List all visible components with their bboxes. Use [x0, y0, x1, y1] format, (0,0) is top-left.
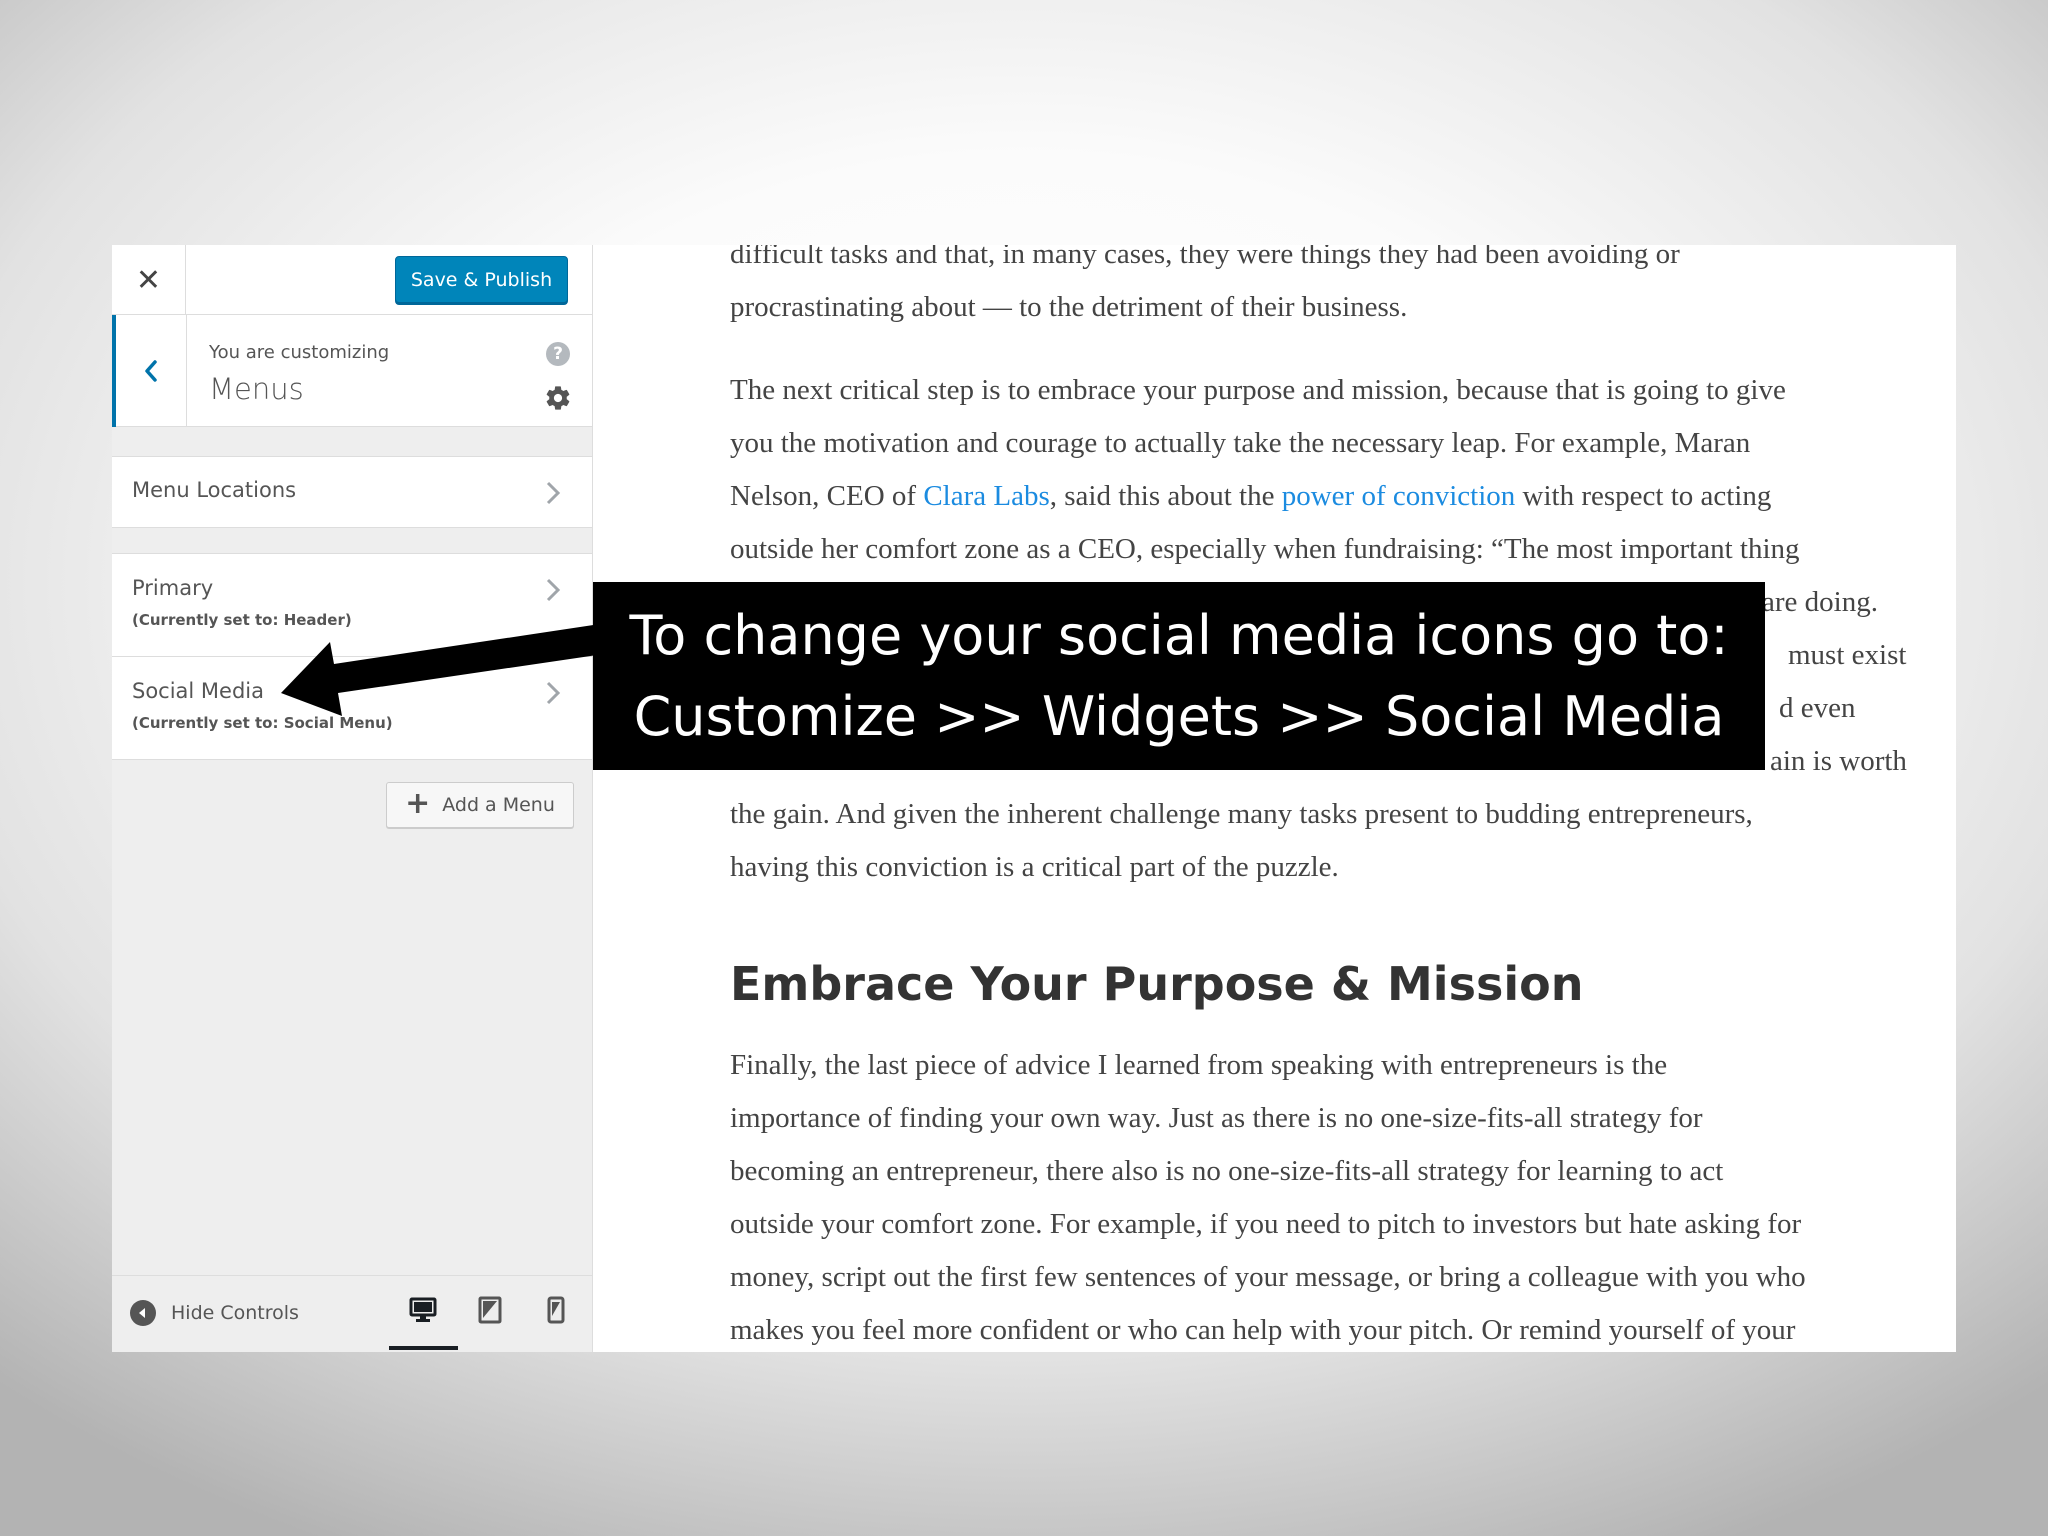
callout-line-1: To change your social media icons go to: [629, 604, 1729, 667]
hide-controls-button[interactable]: Hide Controls [130, 1298, 299, 1328]
menu-item-assignment: (Currently set to: Social Menu) [132, 714, 393, 732]
tablet-preview-button[interactable] [475, 1293, 505, 1327]
callout-line-2: Customize >> Widgets >> Social Media [633, 685, 1725, 748]
article-line: you the motivation and courage to actual… [730, 427, 1751, 459]
close-button[interactable]: ✕ [112, 245, 186, 315]
article-line: difficult tasks and that, in many cases,… [730, 245, 1680, 270]
article-line: The next critical step is to embrace you… [730, 374, 1786, 406]
customizing-info: You are customizing Menus ? [112, 315, 592, 427]
instruction-callout: To change your social media icons go to:… [593, 582, 1765, 770]
customizing-prefix: You are customizing [209, 342, 390, 363]
add-menu-button[interactable]: + Add a Menu [386, 782, 574, 828]
add-menu-label: Add a Menu [442, 794, 555, 816]
mobile-icon [547, 1296, 565, 1324]
desktop-icon [409, 1297, 437, 1322]
plus-icon: + [405, 785, 431, 821]
article-line-mid: , said this about the [1049, 480, 1282, 512]
save-publish-button[interactable]: Save & Publish [395, 256, 568, 303]
article-line: outside your comfort zone. For example, … [730, 1208, 1802, 1240]
article-line: having this conviction is a critical par… [730, 851, 1339, 883]
gear-icon[interactable] [544, 384, 572, 412]
article-line: importance of finding your own way. Just… [730, 1102, 1703, 1134]
mobile-preview-button[interactable] [541, 1293, 571, 1327]
hide-controls-label: Hide Controls [171, 1302, 299, 1324]
power-of-conviction-link[interactable]: power of conviction [1282, 480, 1516, 512]
article-paragraph: difficult tasks and that, in many cases,… [730, 245, 1930, 334]
collapse-arrow-icon [130, 1300, 156, 1326]
article-line: the gain. And given the inherent challen… [730, 798, 1753, 830]
tablet-icon [478, 1296, 502, 1324]
article-paragraph: Finally, the last piece of advice I lear… [730, 1039, 1930, 1352]
chevron-left-icon [145, 360, 157, 382]
article-line: makes you feel more confident or who can… [730, 1314, 1796, 1346]
clara-labs-link[interactable]: Clara Labs [923, 480, 1049, 512]
menu-locations-item[interactable]: Menu Locations [112, 456, 592, 528]
article-preview: difficult tasks and that, in many cases,… [730, 245, 1930, 1352]
article-line: outside her comfort zone as a CEO, espec… [730, 533, 1800, 565]
chevron-right-icon [546, 681, 561, 705]
sidebar-footer: Hide Controls [112, 1275, 592, 1352]
help-icon[interactable]: ? [546, 342, 570, 366]
article-line-start: Nelson, CEO of [730, 480, 924, 512]
menu-item-assignment: (Currently set to: Header) [132, 611, 352, 629]
article-line: becoming an entrepreneur, there also is … [730, 1155, 1724, 1187]
screenshot-frame: difficult tasks and that, in many cases,… [112, 245, 1956, 1352]
article-line: money, script out the first few sentence… [730, 1261, 1806, 1293]
chevron-right-icon [546, 578, 561, 602]
article-line-end: with respect to acting [1515, 480, 1772, 512]
customizing-title: Menus [209, 372, 304, 406]
chevron-right-icon [546, 481, 561, 505]
sidebar-header: ✕ Save & Publish [112, 245, 592, 315]
article-line: procrastinating about — to the detriment… [730, 291, 1408, 323]
article-line: Finally, the last piece of advice I lear… [730, 1049, 1668, 1081]
menu-item-primary[interactable]: Primary (Currently set to: Header) [112, 553, 592, 657]
menu-item-social-media[interactable]: Social Media (Currently set to: Social M… [112, 656, 592, 760]
customizer-sidebar: ✕ Save & Publish You are customizing Men… [112, 245, 593, 1352]
menu-item-label: Social Media [132, 679, 265, 703]
menu-item-label: Primary [132, 576, 214, 600]
back-button[interactable] [112, 315, 187, 427]
menu-locations-label: Menu Locations [132, 478, 297, 502]
desktop-preview-button[interactable] [408, 1293, 438, 1327]
active-device-indicator [389, 1346, 458, 1350]
article-heading: Embrace Your Purpose & Mission [730, 957, 1584, 1011]
